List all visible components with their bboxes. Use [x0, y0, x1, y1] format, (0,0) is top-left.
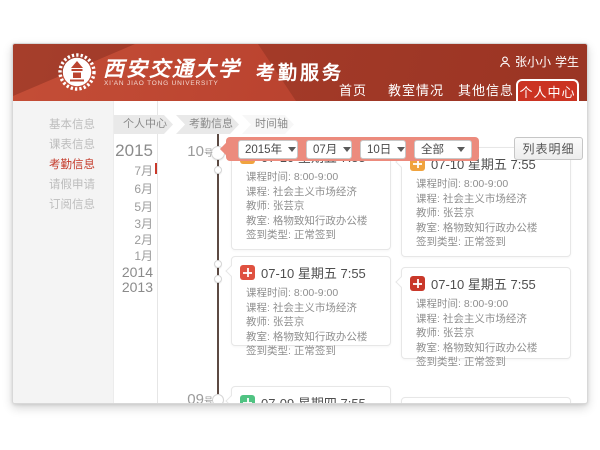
timeline-node-small — [214, 166, 222, 174]
timeline-node-small — [214, 260, 222, 268]
rail-month-mar[interactable]: 3月 — [134, 215, 153, 232]
attendance-card[interactable]: 07-10 星期五 7:55 课程时间: 8:00-9:00 课程: 社会主义市… — [401, 267, 571, 359]
day-marker-09: 09号 — [171, 391, 213, 404]
rail-month-may[interactable]: 5月 — [134, 198, 153, 215]
card-line: 课程时间: 8:00-9:00 — [246, 171, 390, 183]
sign-in-type-icon — [240, 395, 255, 404]
rail-divider — [157, 101, 158, 404]
sidebar: 基本信息 课表信息 考勤信息 请假申请 订阅信息 — [13, 101, 114, 404]
sidebar-item-attendance[interactable]: 考勤信息 — [13, 155, 113, 175]
card-line: 签到类型: 正常签到 — [416, 236, 570, 248]
card-line: 课程时间: 8:00-9:00 — [416, 298, 570, 310]
caret-down-icon — [457, 147, 465, 152]
sign-in-type-icon — [240, 265, 255, 280]
attendance-card[interactable]: 07-09 星期四 7:55 — [231, 386, 391, 404]
card-line: 教室: 格物致知行政办公楼 — [416, 342, 570, 354]
breadcrumb-attendance[interactable]: 考勤信息 — [176, 115, 239, 134]
sidebar-item-schedule[interactable]: 课表信息 — [13, 135, 113, 155]
rail-year-2013[interactable]: 2013 — [122, 279, 153, 295]
breadcrumb: 个人中心 考勤信息 时间轴 — [114, 115, 297, 134]
nav-item-classrooms[interactable]: 教室情况 — [388, 80, 444, 99]
type-select[interactable]: 全部 — [414, 140, 472, 159]
card-line: 教师: 张芸京 — [246, 316, 390, 328]
card-line: 签到类型: 正常签到 — [246, 345, 390, 357]
card-title: 07-10 星期五 7:55 — [431, 274, 536, 293]
card-line: 课程: 社会主义市场经济 — [416, 313, 570, 325]
user-name: 张小小 — [515, 53, 551, 70]
breadcrumb-personal-center[interactable]: 个人中心 — [114, 115, 173, 134]
card-line: 教师: 张芸京 — [416, 327, 570, 339]
screenshot-stage: 西安交通大学 XI'AN JIAO TONG UNIVERSITY 考勤服务 张… — [0, 0, 600, 450]
user-role: 学生 — [555, 53, 579, 70]
card-line: 签到类型: 正常签到 — [246, 229, 390, 241]
caret-down-icon — [288, 147, 296, 152]
card-line: 课程时间: 8:00-9:00 — [416, 178, 570, 190]
card-line: 课程时间: 8:00-9:00 — [246, 287, 390, 299]
card-line: 课程: 社会主义市场经济 — [246, 186, 390, 198]
card-title: 07-10 星期五 7:55 — [261, 263, 366, 282]
nav-tab-personal-center[interactable]: 个人中心 — [516, 79, 579, 101]
card-line: 教师: 张芸京 — [416, 207, 570, 219]
date-filter-bar: 2015年 07月 10日 全部 — [226, 137, 479, 161]
rail-year-2014[interactable]: 2014 — [122, 264, 153, 280]
breadcrumb-timeline[interactable]: 时间轴 — [242, 115, 294, 134]
attendance-card[interactable]: 07-10 星期五 7:55 课程时间: 8:00-9:00 课程: 社会主义市… — [401, 147, 571, 257]
card-line: 教室: 格物致知行政办公楼 — [246, 215, 390, 227]
date-rail: 2015 7月 6月 5月 3月 2月 1月 2014 2013 — [111, 44, 156, 403]
card-line: 教室: 格物致知行政办公楼 — [416, 222, 570, 234]
month-select[interactable]: 07月 — [306, 140, 352, 159]
rail-month-jul[interactable]: 7月 — [134, 162, 153, 179]
attendance-card-partial[interactable] — [401, 397, 571, 404]
attendance-card[interactable]: 07-10 星期五 7:55 课程时间: 8:00-9:00 课程: 社会主义市… — [231, 256, 391, 346]
university-logo-icon — [57, 52, 97, 92]
timeline-node-small — [214, 275, 222, 283]
rail-month-jan[interactable]: 1月 — [134, 247, 153, 264]
sign-in-type-icon — [410, 276, 425, 291]
rail-year-2015[interactable]: 2015 — [115, 141, 153, 161]
sidebar-item-subscription[interactable]: 订阅信息 — [13, 195, 113, 215]
app-header: 西安交通大学 XI'AN JIAO TONG UNIVERSITY 考勤服务 张… — [13, 44, 587, 101]
day-marker-10: 10号 — [171, 143, 213, 161]
day-select[interactable]: 10日 — [360, 140, 406, 159]
user-info[interactable]: 张小小 学生 — [499, 53, 579, 70]
timeline-node-large — [212, 394, 224, 404]
attendance-app-window: 西安交通大学 XI'AN JIAO TONG UNIVERSITY 考勤服务 张… — [12, 43, 588, 404]
list-detail-button[interactable]: 列表明细 — [514, 137, 583, 160]
caret-down-icon — [397, 147, 405, 152]
card-line: 教室: 格物致知行政办公楼 — [246, 331, 390, 343]
card-line: 教师: 张芸京 — [246, 200, 390, 212]
card-line: 课程: 社会主义市场经济 — [246, 302, 390, 314]
nav-item-home[interactable]: 首页 — [339, 80, 367, 99]
nav-item-other[interactable]: 其他信息 — [458, 80, 514, 99]
rail-month-feb[interactable]: 2月 — [134, 231, 153, 248]
rail-month-jun[interactable]: 6月 — [134, 180, 153, 197]
card-line: 课程: 社会主义市场经济 — [416, 193, 570, 205]
card-line: 签到类型: 正常签到 — [416, 356, 570, 368]
sidebar-item-basic-info[interactable]: 基本信息 — [13, 115, 113, 135]
service-title: 考勤服务 — [256, 58, 344, 85]
caret-down-icon — [343, 147, 351, 152]
year-select[interactable]: 2015年 — [238, 140, 298, 159]
sidebar-item-leave-request[interactable]: 请假申请 — [13, 175, 113, 195]
card-title: 07-09 星期四 7:55 — [261, 393, 366, 404]
user-icon — [499, 56, 511, 68]
